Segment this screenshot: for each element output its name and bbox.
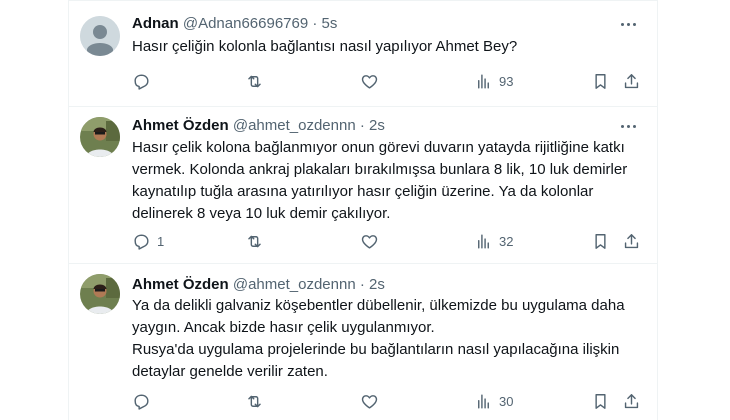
reply-button[interactable]: 1 — [132, 231, 164, 251]
tweet-text-line: Hasır çelik kolona bağlanmıyor onun göre… — [132, 139, 625, 156]
reply-icon — [134, 73, 149, 90]
tweet-text: Ya da delikli galvaniz köşebentler dübel… — [132, 295, 642, 383]
tweet-header: Ahmet Özden @ahmet_ozdennn · 2s — [132, 275, 385, 295]
like-button[interactable] — [360, 71, 385, 91]
bookmark-button[interactable] — [591, 231, 610, 251]
views-button[interactable]: 93 — [474, 71, 513, 91]
timestamp[interactable]: 5s — [322, 15, 338, 32]
tweet[interactable]: Ahmet Özden @ahmet_ozdennn · 2s Ya da de… — [69, 264, 657, 420]
default-avatar-icon — [80, 16, 120, 56]
share-icon — [624, 393, 639, 408]
reply-button[interactable] — [132, 391, 157, 411]
profile-photo-icon — [80, 274, 120, 314]
bookmark-icon — [595, 73, 606, 89]
views-button[interactable]: 32 — [474, 231, 513, 251]
reply-icon — [134, 233, 149, 250]
action-bar: 1 32 — [69, 231, 657, 251]
bookmark-icon — [595, 393, 606, 409]
views-count: 30 — [499, 393, 514, 409]
reply-button[interactable] — [132, 71, 157, 91]
username[interactable]: @ahmet_ozdennn — [233, 276, 356, 293]
tweet-text-line: vermek. Kolonda ankraj plakaları bırakıl… — [132, 161, 628, 178]
username[interactable]: @Adnan66696769 — [183, 15, 308, 32]
retweet-icon — [248, 395, 261, 407]
tweet[interactable]: Adnan @Adnan66696769 · 5s Hasır çeliğin … — [69, 0, 657, 106]
separator-dot: · — [359, 276, 365, 293]
separator-dot: · — [312, 15, 318, 32]
tweet-text-line: Rusya'da uygulama projelerinde bu bağlan… — [132, 341, 620, 358]
action-bar: 93 — [69, 71, 657, 91]
avatar[interactable] — [80, 16, 120, 56]
display-name[interactable]: Ahmet Özden — [132, 117, 229, 134]
tweet-text-line: Ya da delikli galvaniz köşebentler dübel… — [132, 297, 625, 314]
tweet-header: Adnan @Adnan66696769 · 5s — [132, 14, 337, 34]
more-icon[interactable] — [619, 116, 639, 136]
views-icon — [478, 393, 489, 409]
timestamp[interactable]: 2s — [369, 117, 385, 134]
views-icon — [478, 73, 489, 89]
like-icon — [361, 394, 378, 409]
retweet-icon — [248, 235, 261, 247]
tweet-text: Hasır çelik kolona bağlanmıyor onun göre… — [132, 137, 642, 225]
share-button[interactable] — [622, 71, 641, 91]
share-icon — [624, 73, 639, 88]
avatar[interactable] — [80, 117, 120, 157]
share-button[interactable] — [622, 231, 641, 251]
tweet-text-line: kaynatılıp tuğla arasına yatırılıyor has… — [132, 183, 594, 200]
bookmark-button[interactable] — [591, 391, 610, 411]
like-button[interactable] — [360, 231, 385, 251]
timestamp[interactable]: 2s — [369, 276, 385, 293]
avatar[interactable] — [80, 274, 120, 314]
retweet-icon — [248, 75, 261, 87]
views-count: 93 — [499, 73, 514, 89]
retweet-button[interactable] — [245, 231, 270, 251]
bookmark-button[interactable] — [591, 71, 610, 91]
tweet-text-line: delinerek 8 veya 10 luk demir çakılıyor. — [132, 205, 391, 222]
like-icon — [361, 234, 378, 249]
tweet-text-line: yaygın. Ancak bizde hasır çelik uygulanm… — [132, 319, 435, 336]
tweet[interactable]: Ahmet Özden @ahmet_ozdennn · 2s Hasır çe… — [69, 107, 657, 263]
tweet-text-line: Hasır çeliğin kolonla bağlantısı nasıl y… — [132, 38, 518, 55]
share-icon — [624, 233, 639, 248]
action-bar: 30 — [69, 391, 657, 411]
more-icon[interactable] — [619, 14, 639, 34]
views-button[interactable]: 30 — [474, 391, 513, 411]
views-count: 32 — [499, 233, 514, 249]
like-icon — [361, 74, 378, 89]
tweet-text: Hasır çeliğin kolonla bağlantısı nasıl y… — [132, 36, 642, 58]
reply-icon — [134, 393, 149, 410]
timeline-column: Adnan @Adnan66696769 · 5s Hasır çeliğin … — [68, 0, 658, 420]
display-name[interactable]: Adnan — [132, 15, 179, 32]
like-button[interactable] — [360, 391, 385, 411]
username[interactable]: @ahmet_ozdennn — [233, 117, 356, 134]
reply-count: 1 — [157, 233, 165, 249]
share-button[interactable] — [622, 391, 641, 411]
tweet-text-line: detaylar genelde verilir zaten. — [132, 363, 328, 380]
views-icon — [478, 233, 489, 249]
retweet-button[interactable] — [245, 391, 270, 411]
profile-photo-icon — [80, 117, 120, 157]
retweet-button[interactable] — [245, 71, 270, 91]
separator-dot: · — [359, 117, 365, 134]
tweet-header: Ahmet Özden @ahmet_ozdennn · 2s — [132, 116, 385, 136]
display-name[interactable]: Ahmet Özden — [132, 276, 229, 293]
bookmark-icon — [595, 233, 606, 249]
